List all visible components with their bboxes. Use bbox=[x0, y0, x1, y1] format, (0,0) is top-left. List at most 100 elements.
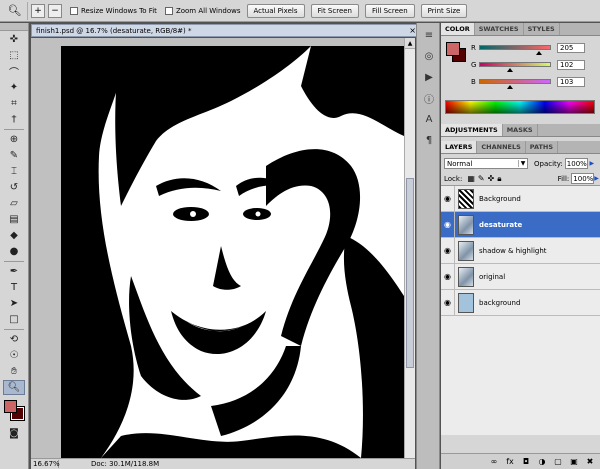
layer-style-icon[interactable]: fx bbox=[504, 456, 516, 468]
fill-arrow-icon[interactable]: ▶ bbox=[594, 173, 599, 184]
lasso-tool-icon[interactable]: ⌒ bbox=[3, 64, 25, 79]
eyedropper-tool-icon[interactable]: † bbox=[3, 112, 25, 127]
link-layers-icon[interactable]: ∞ bbox=[488, 456, 500, 468]
3d-orbit-tool-icon[interactable]: ☉ bbox=[3, 348, 25, 363]
zoom-all-windows-checkbox[interactable]: Zoom All Windows bbox=[164, 6, 241, 15]
tab-adjustments[interactable]: ADJUSTMENTS bbox=[441, 124, 503, 136]
toolbox-grip[interactable] bbox=[0, 23, 28, 31]
new-group-icon[interactable]: ▢ bbox=[552, 456, 564, 468]
red-slider[interactable] bbox=[479, 45, 551, 55]
hand-tool-icon[interactable]: ✋︎ bbox=[3, 364, 25, 379]
close-icon[interactable]: × bbox=[409, 26, 416, 35]
scrollbar-thumb[interactable] bbox=[406, 178, 414, 368]
quick-mask-icon[interactable]: ◙ bbox=[3, 426, 25, 441]
history-panel-icon[interactable]: ≡ bbox=[420, 26, 438, 44]
dodge-tool-icon[interactable]: ● bbox=[3, 244, 25, 259]
fill-input[interactable]: 100% bbox=[571, 173, 595, 184]
lock-transparency-icon[interactable]: ▦ bbox=[467, 174, 475, 184]
green-slider-knob[interactable] bbox=[507, 68, 513, 72]
lock-image-icon[interactable]: ✎ bbox=[478, 174, 485, 184]
foreground-color-swatch[interactable] bbox=[4, 400, 17, 413]
new-layer-icon[interactable]: ▣ bbox=[568, 456, 580, 468]
clone-stamp-tool-icon[interactable]: ⌶ bbox=[3, 164, 25, 179]
document-canvas[interactable] bbox=[61, 46, 404, 458]
vertical-scrollbar[interactable]: ▲ bbox=[404, 38, 415, 458]
checkbox-box[interactable] bbox=[70, 6, 78, 15]
blue-slider[interactable] bbox=[479, 79, 551, 89]
tab-channels[interactable]: CHANNELS bbox=[477, 141, 526, 153]
healing-brush-tool-icon[interactable]: ⊕ bbox=[3, 132, 25, 147]
zoom-in-button[interactable]: + bbox=[31, 3, 45, 18]
tab-masks[interactable]: MASKS bbox=[503, 124, 538, 136]
green-value-input[interactable]: 102 bbox=[557, 59, 585, 70]
actions-panel-icon[interactable]: ▶ bbox=[420, 68, 438, 86]
eye-icon[interactable]: ◉ bbox=[441, 289, 455, 316]
gradient-tool-icon[interactable]: ▤ bbox=[3, 212, 25, 227]
tab-layers[interactable]: LAYERS bbox=[441, 141, 478, 153]
pen-tool-icon[interactable]: ✒ bbox=[3, 264, 25, 279]
actual-pixels-button[interactable]: Actual Pixels bbox=[246, 3, 305, 18]
tab-styles[interactable]: STYLES bbox=[524, 23, 560, 35]
paragraph-panel-icon[interactable]: ¶ bbox=[420, 131, 438, 149]
zoom-out-button[interactable]: − bbox=[48, 3, 62, 18]
eye-icon[interactable]: ◉ bbox=[441, 185, 455, 212]
character-panel-icon[interactable]: A bbox=[420, 110, 438, 128]
opacity-arrow-icon[interactable]: ▶ bbox=[588, 158, 596, 169]
type-tool-icon[interactable]: T bbox=[3, 280, 25, 295]
layer-row[interactable]: ◉ background bbox=[441, 289, 600, 316]
navigator-panel-icon[interactable]: ◎ bbox=[420, 47, 438, 65]
red-value-input[interactable]: 205 bbox=[557, 42, 585, 53]
blur-tool-icon[interactable]: ◆ bbox=[3, 228, 25, 243]
toolbox-divider bbox=[4, 261, 24, 262]
delete-layer-icon[interactable]: ✖ bbox=[584, 456, 596, 468]
lock-all-icon[interactable]: 🔒︎ bbox=[497, 174, 501, 184]
eye-icon[interactable]: ◉ bbox=[441, 211, 455, 238]
lock-label: Lock: bbox=[444, 174, 463, 183]
layer-row[interactable]: ◉ original bbox=[441, 263, 600, 290]
crop-tool-icon[interactable]: ⌗ bbox=[3, 96, 25, 111]
layer-row[interactable]: ◉ Background bbox=[441, 185, 600, 212]
marquee-tool-icon[interactable]: ⬚ bbox=[3, 48, 25, 63]
checkbox-box[interactable] bbox=[164, 6, 173, 15]
document-tab[interactable]: finish1.psd @ 16.7% (desaturate, RGB/8#)… bbox=[31, 24, 423, 37]
green-slider[interactable] bbox=[479, 62, 551, 72]
foreground-color-swatch[interactable] bbox=[446, 42, 460, 56]
shape-tool-icon[interactable]: □ bbox=[3, 312, 25, 327]
brush-tool-icon[interactable]: ✎ bbox=[3, 148, 25, 163]
status-zoom-level[interactable]: 16.67% bbox=[31, 460, 60, 468]
status-doc-size[interactable]: Doc: 30.1M/118.8M bbox=[59, 460, 159, 468]
resize-windows-checkbox[interactable]: Resize Windows To Fit bbox=[70, 6, 157, 15]
info-panel-icon[interactable]: ⓘ bbox=[420, 89, 438, 107]
eye-icon[interactable]: ◉ bbox=[441, 237, 455, 264]
blue-value-input[interactable]: 103 bbox=[557, 76, 585, 87]
blue-slider-knob[interactable] bbox=[507, 85, 513, 89]
lock-position-icon[interactable]: ✜ bbox=[488, 174, 495, 184]
red-slider-knob[interactable] bbox=[536, 51, 542, 55]
quick-selection-tool-icon[interactable]: ✦ bbox=[3, 80, 25, 95]
tab-color[interactable]: COLOR bbox=[441, 23, 475, 35]
tab-swatches[interactable]: SWATCHES bbox=[475, 23, 524, 35]
blend-mode-select[interactable]: Normal ▼ bbox=[444, 158, 528, 169]
add-mask-icon[interactable]: ◘ bbox=[520, 456, 532, 468]
eye-icon[interactable]: ◉ bbox=[441, 263, 455, 290]
zoom-tool-icon[interactable]: 🔍︎ bbox=[3, 380, 25, 395]
canvas-area[interactable] bbox=[31, 38, 404, 458]
adjustment-layer-icon[interactable]: ◑ bbox=[536, 456, 548, 468]
color-swatches[interactable] bbox=[0, 397, 28, 425]
tab-paths[interactable]: PATHS bbox=[526, 141, 559, 153]
scroll-up-icon[interactable]: ▲ bbox=[405, 38, 415, 49]
eraser-tool-icon[interactable]: ▱ bbox=[3, 196, 25, 211]
color-spectrum-ramp[interactable] bbox=[445, 100, 595, 114]
opacity-input[interactable]: 100% bbox=[564, 158, 588, 169]
fill-screen-button[interactable]: Fill Screen bbox=[365, 3, 415, 18]
3d-rotate-tool-icon[interactable]: ⟲ bbox=[3, 332, 25, 347]
print-size-button[interactable]: Print Size bbox=[420, 3, 468, 18]
fit-screen-button[interactable]: Fit Screen bbox=[310, 3, 359, 18]
layer-row[interactable]: ◉ shadow & highlight bbox=[441, 237, 600, 264]
path-selection-tool-icon[interactable]: ➤ bbox=[3, 296, 25, 311]
layer-row[interactable]: ◉ desaturate bbox=[441, 211, 600, 238]
tool-preset-picker[interactable]: 🔍︎ bbox=[2, 1, 28, 20]
history-brush-tool-icon[interactable]: ↺ bbox=[3, 180, 25, 195]
move-tool-icon[interactable]: ✜ bbox=[3, 32, 25, 47]
red-channel-label: R bbox=[471, 43, 476, 52]
